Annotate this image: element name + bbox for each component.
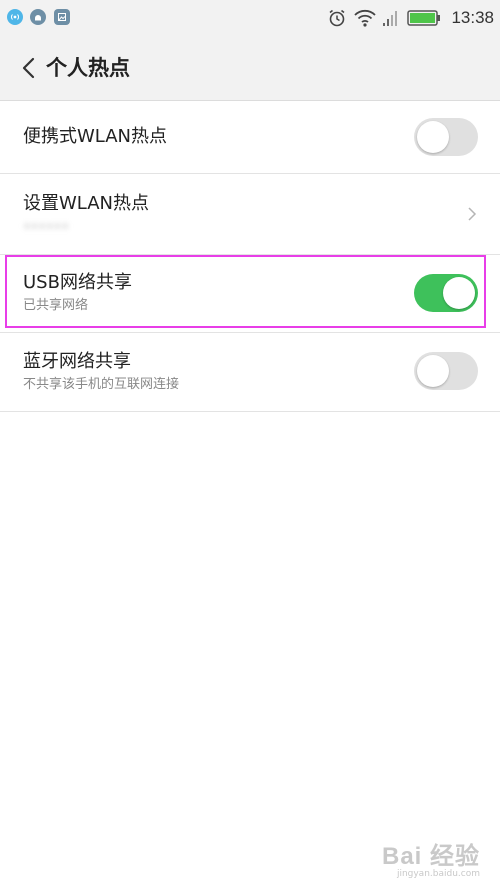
status-bar: 13:38 [0,0,500,36]
alarm-icon [329,9,345,27]
setting-title: 蓝牙网络共享 [23,351,131,372]
setting-title: 设置WLAN热点 [23,193,150,214]
setting-row-portable-wlan-hotspot[interactable]: 便携式WLAN热点 [0,101,500,174]
android-icon [30,9,46,25]
hotspot-icon [7,9,23,25]
watermark-logo: Bai 经验 [381,843,480,870]
setting-title: 便携式WLAN热点 [23,126,168,147]
toggle-knob [443,277,475,309]
image-icon [54,9,70,25]
setting-subtitle: 不共享该手机的互联网连接 [23,377,180,392]
page-title: 个人热点 [46,56,130,80]
screen: 13:38 个人热点 便携式WLAN热点 设置WLAN热点 •••••• USB… [0,0,500,889]
setting-title: USB网络共享 [23,272,132,293]
status-time: 13:38 [451,8,494,27]
battery-icon [407,10,441,26]
chevron-left-icon [22,57,35,79]
wifi-icon [354,9,377,27]
signal-icon [383,11,398,26]
toggle-knob [417,355,449,387]
portable-wlan-hotspot-toggle[interactable] [414,118,478,156]
toggle-knob [417,121,449,153]
hotspot-name-blurred: •••••• [23,220,70,235]
status-right: 13:38 [327,6,494,30]
chevron-right-icon [468,207,477,221]
watermark-url: jingyan.baidu.com [396,869,480,879]
usb-tethering-toggle[interactable] [414,274,478,312]
setting-row-usb-tethering[interactable]: USB网络共享 已共享网络 [0,255,500,333]
back-button[interactable] [14,54,42,82]
setting-row-configure-wlan-hotspot[interactable]: 设置WLAN热点 •••••• [0,174,500,255]
app-header: 个人热点 [0,36,500,101]
baidu-watermark: Bai 经验 jingyan.baidu.com [382,836,480,879]
bluetooth-tethering-toggle[interactable] [414,352,478,390]
setting-subtitle: 已共享网络 [23,298,89,313]
setting-row-bluetooth-tethering[interactable]: 蓝牙网络共享 不共享该手机的互联网连接 [0,333,500,412]
